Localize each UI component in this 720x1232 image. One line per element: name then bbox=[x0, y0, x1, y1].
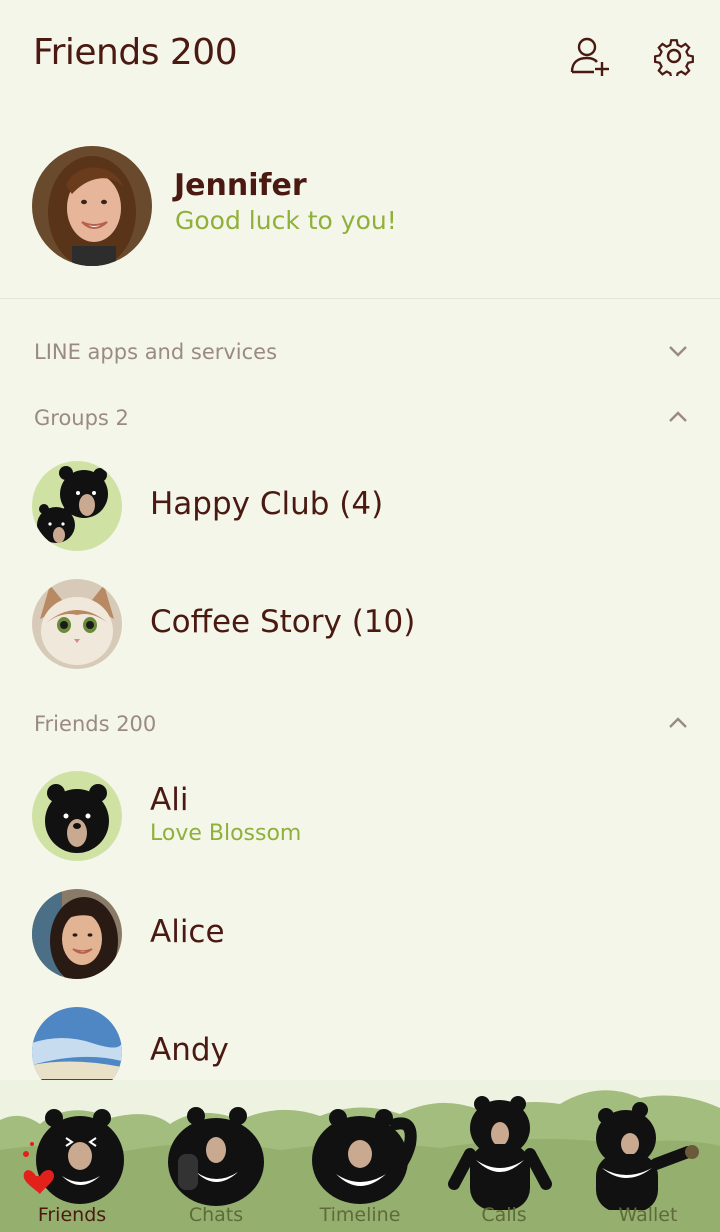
settings-button[interactable] bbox=[652, 34, 696, 78]
friend-name: Ali bbox=[150, 782, 189, 818]
chevron-up-icon bbox=[669, 411, 687, 422]
section-label: Friends 200 bbox=[34, 712, 157, 736]
bear-chats-icon bbox=[168, 1107, 264, 1206]
bear-timeline-icon bbox=[312, 1109, 417, 1204]
my-profile[interactable]: Jennifer Good luck to you! bbox=[0, 140, 720, 300]
avatar bbox=[32, 146, 152, 266]
avatar bbox=[32, 889, 122, 979]
divider bbox=[0, 298, 720, 299]
tab-label: Chats bbox=[188, 1204, 244, 1226]
tab-label: Calls bbox=[481, 1204, 527, 1226]
tab-chats[interactable]: Chats bbox=[144, 1080, 288, 1232]
bear-friends-icon bbox=[23, 1109, 124, 1204]
friend-name: Andy bbox=[150, 1032, 229, 1068]
friend-row-ali[interactable]: Ali Love Blossom bbox=[0, 766, 720, 866]
bottom-tab-bar: Friends Chats Timeline Calls Wallet bbox=[0, 1080, 720, 1232]
bear-wallet-icon bbox=[596, 1102, 699, 1212]
section-label: LINE apps and services bbox=[34, 340, 278, 364]
section-header-friends[interactable]: Friends 200 bbox=[0, 704, 720, 744]
group-name: Happy Club (4) bbox=[150, 486, 384, 522]
tab-wallet[interactable]: Wallet bbox=[576, 1080, 720, 1232]
avatar bbox=[32, 771, 122, 861]
friend-status-message: Love Blossom bbox=[150, 821, 302, 846]
bear-calls-icon bbox=[448, 1096, 552, 1210]
tab-label: Friends bbox=[37, 1204, 107, 1226]
header: Friends 200 bbox=[0, 0, 720, 110]
section-label: Groups 2 bbox=[34, 406, 129, 430]
chevron-down-icon bbox=[669, 346, 687, 357]
gear-icon bbox=[654, 39, 694, 76]
tab-friends[interactable]: Friends bbox=[0, 1080, 144, 1232]
profile-status-message: Good luck to you! bbox=[175, 206, 397, 235]
chevron-up-icon bbox=[669, 717, 687, 728]
section-header-services[interactable]: LINE apps and services bbox=[0, 332, 720, 372]
friend-name: Alice bbox=[150, 914, 225, 950]
section-header-groups[interactable]: Groups 2 bbox=[0, 398, 720, 438]
group-avatar bbox=[32, 461, 122, 551]
group-row-coffee-story[interactable]: Coffee Story (10) bbox=[0, 574, 720, 674]
page-title: Friends 200 bbox=[33, 32, 238, 73]
friend-row-alice[interactable]: Alice bbox=[0, 884, 720, 984]
add-friend-button[interactable] bbox=[568, 34, 612, 78]
profile-name: Jennifer bbox=[174, 168, 307, 203]
group-name: Coffee Story (10) bbox=[150, 604, 416, 640]
add-friend-icon bbox=[570, 37, 609, 76]
tab-timeline[interactable]: Timeline bbox=[288, 1080, 432, 1232]
tab-label: Timeline bbox=[319, 1204, 401, 1226]
group-row-happy-club[interactable]: Happy Club (4) bbox=[0, 456, 720, 556]
group-avatar bbox=[32, 579, 122, 669]
tab-label: Wallet bbox=[618, 1204, 678, 1226]
tab-calls[interactable]: Calls bbox=[432, 1080, 576, 1232]
